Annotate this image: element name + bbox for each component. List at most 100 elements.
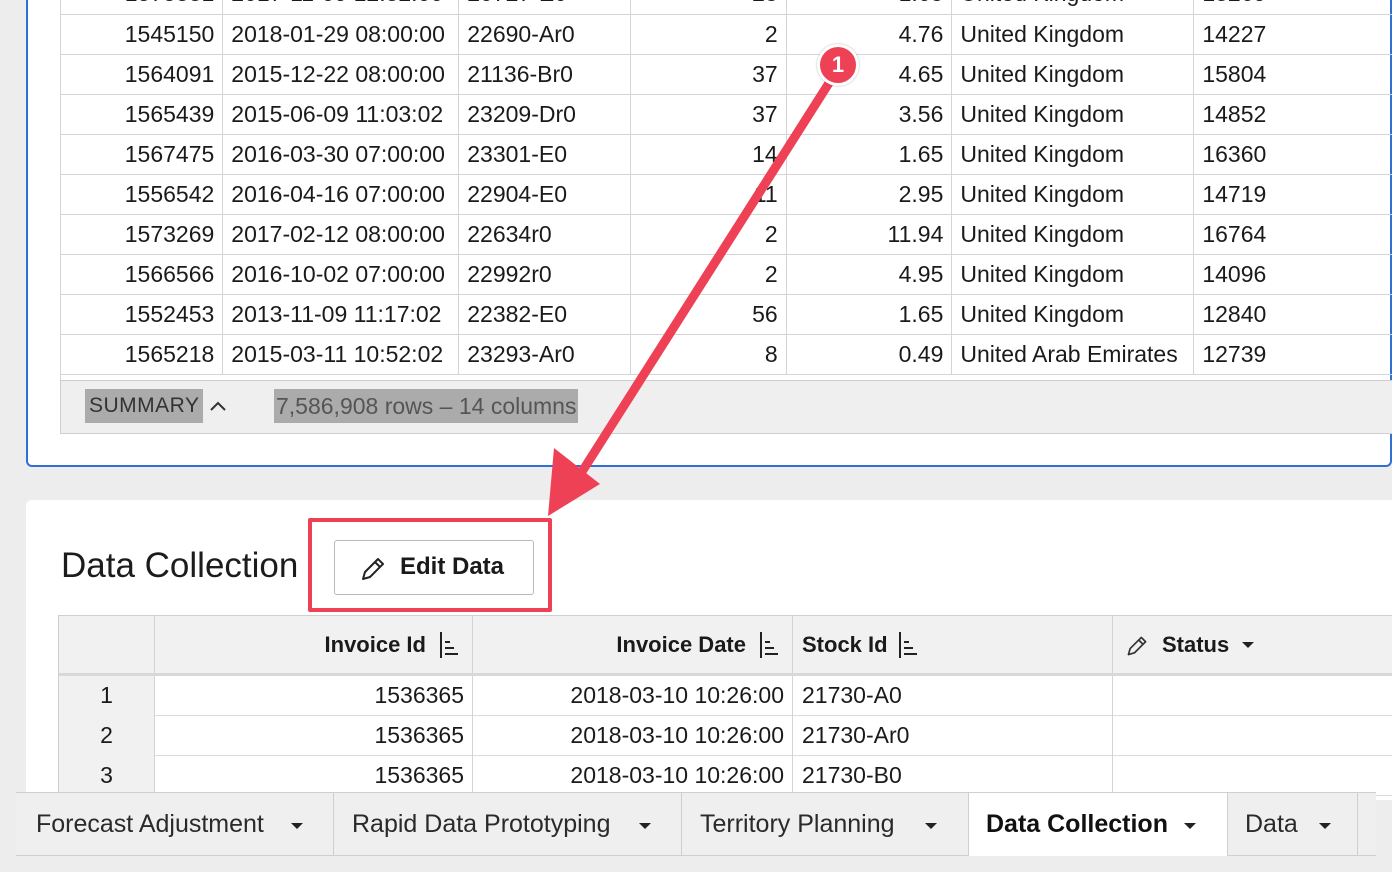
- caret-down-icon[interactable]: [1183, 821, 1197, 831]
- table-cell[interactable]: 1565218: [61, 334, 224, 375]
- sort-icon[interactable]: [438, 630, 460, 660]
- row-index[interactable]: 3: [59, 756, 155, 796]
- tab-forecast-adjustment[interactable]: Forecast Adjustment: [16, 793, 334, 856]
- table-cell[interactable]: 14227: [1193, 14, 1392, 55]
- table-cell[interactable]: 1565439: [61, 94, 224, 135]
- table-cell[interactable]: 1.65: [786, 0, 953, 15]
- tab-territory-planning[interactable]: Territory Planning: [682, 793, 969, 856]
- table-cell[interactable]: United Kingdom: [951, 174, 1195, 215]
- table-cell[interactable]: 2.95: [786, 174, 953, 215]
- invoice-date-cell[interactable]: 2018-03-10 10:26:00: [473, 716, 793, 756]
- table-cell[interactable]: 12840: [1193, 294, 1392, 335]
- table-cell[interactable]: United Kingdom: [951, 0, 1195, 15]
- table-cell[interactable]: United Kingdom: [951, 294, 1195, 335]
- table-cell[interactable]: 13269: [1193, 0, 1392, 15]
- table-cell[interactable]: 1566566: [61, 254, 224, 295]
- table-cell[interactable]: 12739: [1193, 334, 1392, 375]
- status-cell[interactable]: [1113, 756, 1392, 796]
- edit-data-button[interactable]: Edit Data: [334, 540, 534, 595]
- table-cell[interactable]: 56: [630, 294, 787, 335]
- table-cell[interactable]: 2013-11-09 11:17:02: [222, 294, 460, 335]
- table-cell[interactable]: 2015-12-22 08:00:00: [222, 54, 460, 95]
- table-cell[interactable]: 4.76: [786, 14, 953, 55]
- table-cell[interactable]: 2016-04-16 07:00:00: [222, 174, 460, 215]
- table-cell[interactable]: 14852: [1193, 94, 1392, 135]
- table-cell[interactable]: 0.49: [786, 334, 953, 375]
- table-cell[interactable]: 2: [630, 214, 787, 255]
- table-cell[interactable]: 22690-Ar0: [458, 14, 632, 55]
- invoice-date-cell[interactable]: 2018-03-10 10:26:00: [473, 676, 793, 716]
- row-index[interactable]: 1: [59, 676, 155, 716]
- table-cell[interactable]: 1.65: [786, 134, 953, 175]
- table-cell[interactable]: 11.94: [786, 214, 953, 255]
- caret-down-icon[interactable]: [1318, 821, 1332, 831]
- caret-down-icon[interactable]: [638, 821, 652, 831]
- table-cell[interactable]: 1573269: [61, 214, 224, 255]
- sort-icon[interactable]: [897, 630, 919, 660]
- stock-id-cell[interactable]: 21730-B0: [793, 756, 1113, 796]
- table-cell[interactable]: 14: [630, 134, 787, 175]
- column-header-stock-id[interactable]: Stock Id: [793, 616, 1113, 673]
- table-cell[interactable]: 2018-01-29 08:00:00: [222, 14, 460, 55]
- table-cell[interactable]: 1575331: [61, 0, 224, 15]
- stock-id-cell[interactable]: 21730-A0: [793, 676, 1113, 716]
- table-cell[interactable]: United Arab Emirates: [951, 334, 1195, 375]
- chevron-up-icon[interactable]: [203, 391, 233, 421]
- table-cell[interactable]: United Kingdom: [951, 214, 1195, 255]
- table-cell[interactable]: 16360: [1193, 134, 1392, 175]
- column-header-invoice-date[interactable]: Invoice Date: [473, 616, 793, 673]
- table-cell[interactable]: 23293-Ar0: [458, 334, 632, 375]
- table-cell[interactable]: 4.65: [786, 54, 953, 95]
- table-cell[interactable]: 14719: [1193, 174, 1392, 215]
- caret-down-icon[interactable]: [290, 821, 304, 831]
- table-cell[interactable]: 8: [630, 334, 787, 375]
- table-cell[interactable]: 2: [630, 254, 787, 295]
- caret-down-icon[interactable]: [924, 821, 938, 831]
- invoice-id-cell[interactable]: 1536365: [155, 676, 473, 716]
- table-cell[interactable]: 1.65: [786, 294, 953, 335]
- table-cell[interactable]: 11: [630, 174, 787, 215]
- status-cell[interactable]: [1113, 716, 1392, 756]
- table-cell[interactable]: 20727-E0: [458, 0, 632, 15]
- table-cell[interactable]: 2015-06-09 11:03:02: [222, 94, 460, 135]
- summary-toggle[interactable]: SUMMARY: [85, 389, 204, 423]
- table-cell[interactable]: 14096: [1193, 254, 1392, 295]
- table-cell[interactable]: 2: [630, 14, 787, 55]
- table-cell[interactable]: 1564091: [61, 54, 224, 95]
- table-cell[interactable]: 22992r0: [458, 254, 632, 295]
- column-header-status[interactable]: Status: [1113, 616, 1392, 673]
- row-index[interactable]: 2: [59, 716, 155, 756]
- table-cell[interactable]: 15804: [1193, 54, 1392, 95]
- table-cell[interactable]: 1552453: [61, 294, 224, 335]
- table-cell[interactable]: 2016-10-02 07:00:00: [222, 254, 460, 295]
- table-cell[interactable]: 21136-Br0: [458, 54, 632, 95]
- table-cell[interactable]: 28: [630, 0, 787, 15]
- invoice-id-cell[interactable]: 1536365: [155, 716, 473, 756]
- invoice-date-cell[interactable]: 2018-03-10 10:26:00: [473, 756, 793, 796]
- status-cell[interactable]: [1113, 676, 1392, 716]
- tab-data-collection[interactable]: Data Collection: [969, 793, 1228, 856]
- table-cell[interactable]: 2017-02-12 08:00:00: [222, 214, 460, 255]
- table-cell[interactable]: 23301-E0: [458, 134, 632, 175]
- table-cell[interactable]: 1567475: [61, 134, 224, 175]
- tab-data[interactable]: Data: [1228, 793, 1358, 856]
- table-cell[interactable]: 37: [630, 54, 787, 95]
- table-cell[interactable]: 2017-11-09 12:32:00: [222, 0, 460, 15]
- table-cell[interactable]: 22382-E0: [458, 294, 632, 335]
- sort-icon[interactable]: [758, 630, 780, 660]
- table-cell[interactable]: 1545150: [61, 14, 224, 55]
- table-cell[interactable]: 2015-03-11 10:52:02: [222, 334, 460, 375]
- table-cell[interactable]: 3.56: [786, 94, 953, 135]
- table-cell[interactable]: United Kingdom: [951, 134, 1195, 175]
- column-header-invoice-id[interactable]: Invoice Id: [155, 616, 473, 673]
- table-cell[interactable]: 1556542: [61, 174, 224, 215]
- table-cell[interactable]: United Kingdom: [951, 14, 1195, 55]
- table-cell[interactable]: 16764: [1193, 214, 1392, 255]
- stock-id-cell[interactable]: 21730-Ar0: [793, 716, 1113, 756]
- table-cell[interactable]: 23209-Dr0: [458, 94, 632, 135]
- table-cell[interactable]: United Kingdom: [951, 94, 1195, 135]
- caret-down-icon[interactable]: [1241, 640, 1255, 650]
- table-cell[interactable]: 4.95: [786, 254, 953, 295]
- table-cell[interactable]: United Kingdom: [951, 54, 1195, 95]
- table-cell[interactable]: 22634r0: [458, 214, 632, 255]
